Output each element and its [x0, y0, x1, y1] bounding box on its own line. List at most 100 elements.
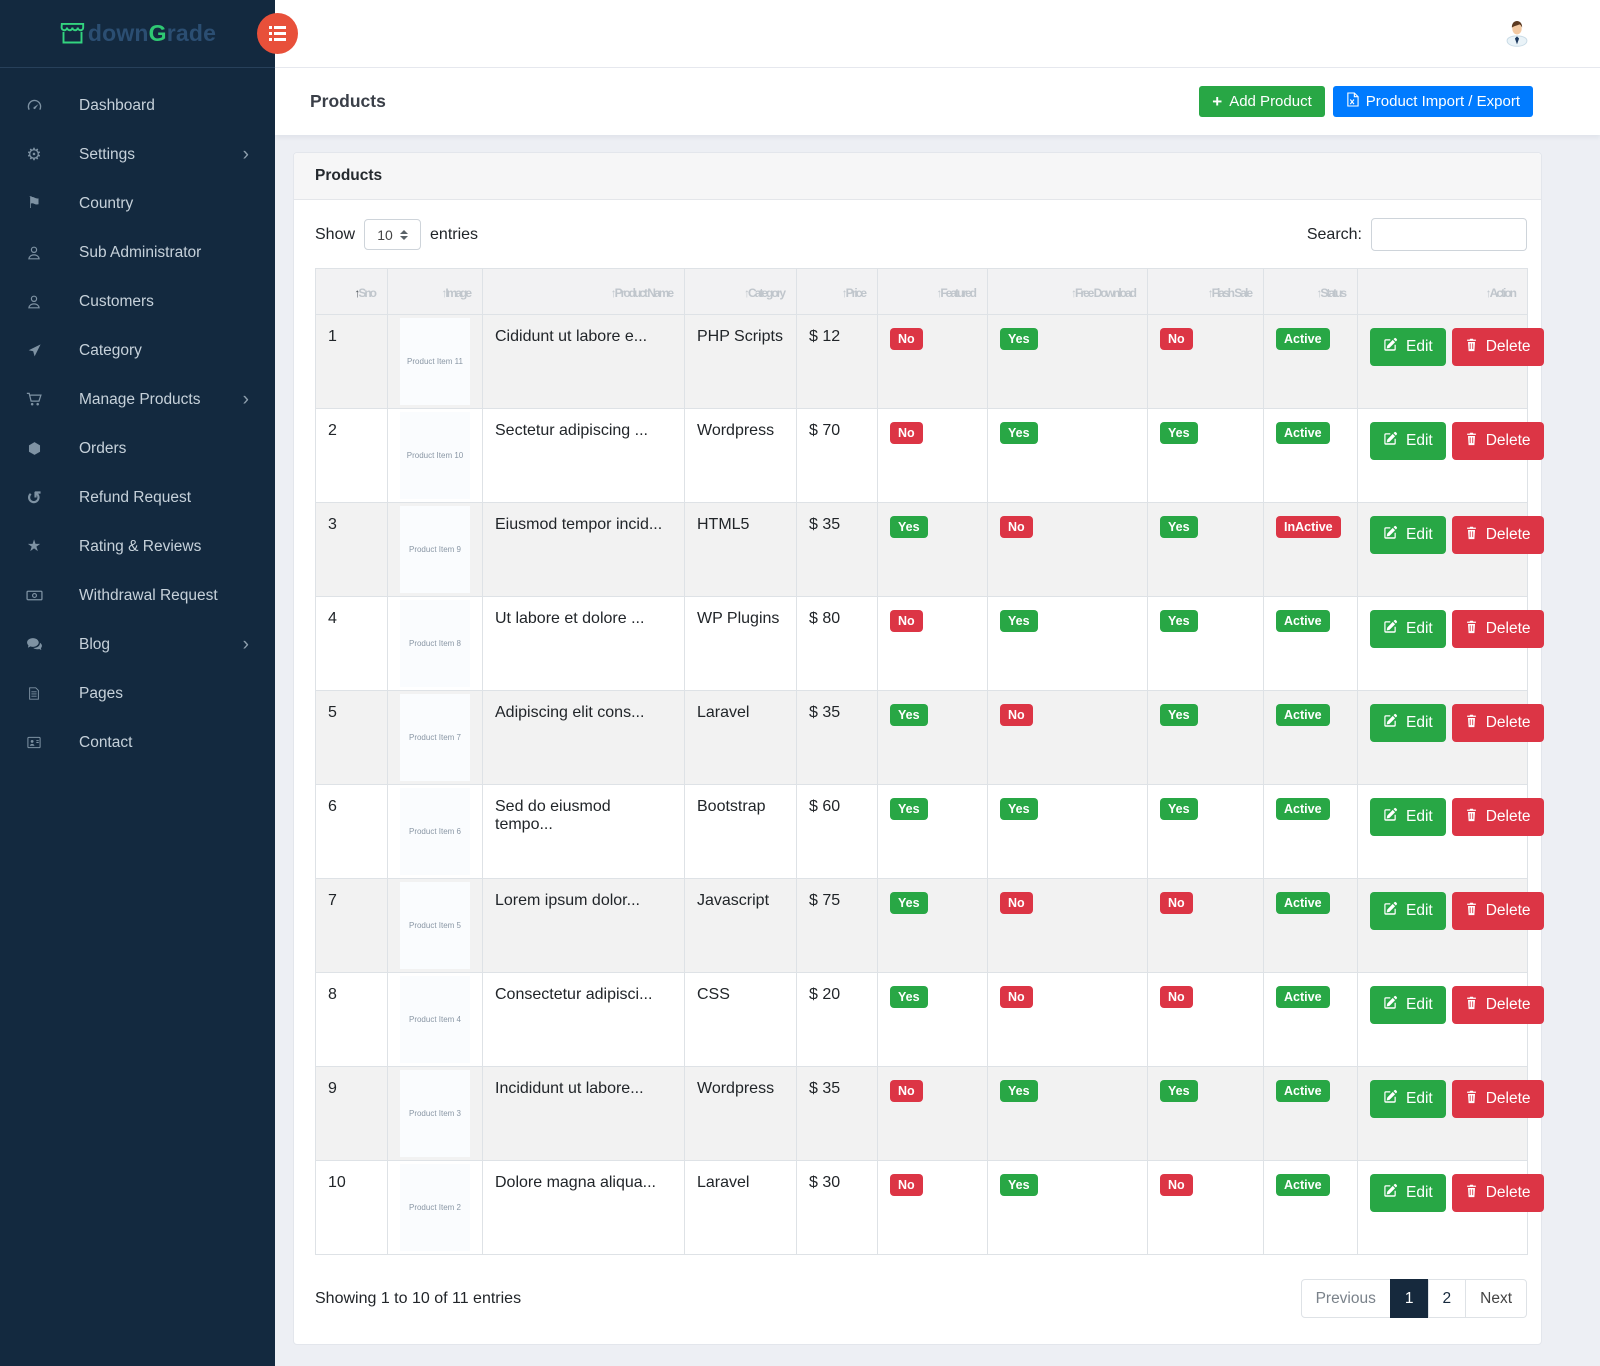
cell-image: Product Item 3: [388, 1067, 483, 1161]
column-header-featured[interactable]: ↑Featured: [878, 269, 988, 315]
column-header-free-download[interactable]: ↑Free Download: [988, 269, 1148, 315]
cell-featured: No: [878, 1161, 988, 1255]
page-length-select[interactable]: 10: [364, 219, 421, 250]
sidebar-item-dashboard[interactable]: Dashboard: [0, 81, 275, 130]
delete-button[interactable]: Delete: [1452, 892, 1544, 930]
sidebar-item-settings[interactable]: ⚙ Settings ›: [0, 130, 275, 179]
add-product-button[interactable]: + Add Product: [1199, 86, 1325, 117]
cell-featured: No: [878, 1067, 988, 1161]
edit-button[interactable]: Edit: [1370, 986, 1446, 1024]
featured-badge: Yes: [890, 704, 928, 726]
column-header-price[interactable]: ↑Price: [797, 269, 878, 315]
pagination-page-2[interactable]: 2: [1428, 1279, 1467, 1318]
chevron-right-icon: ›: [243, 145, 249, 164]
delete-button[interactable]: Delete: [1452, 422, 1544, 460]
cell-status: Active: [1264, 1161, 1358, 1255]
chevron-right-icon: ›: [243, 390, 249, 409]
edit-button[interactable]: Edit: [1370, 704, 1446, 742]
column-header-action[interactable]: ↑Action: [1358, 269, 1528, 315]
edit-button[interactable]: Edit: [1370, 610, 1446, 648]
delete-button[interactable]: Delete: [1452, 704, 1544, 742]
delete-button[interactable]: Delete: [1452, 610, 1544, 648]
delete-button[interactable]: Delete: [1452, 1174, 1544, 1212]
sidebar-item-country[interactable]: ⚑ Country: [0, 179, 275, 228]
cell-price: $ 35: [797, 503, 878, 597]
menu-icon: [269, 26, 286, 41]
app-logo: downGrade: [0, 0, 275, 68]
table-row: 5 Product Item 7 Adipiscing elit cons...…: [316, 691, 1528, 785]
column-header-image[interactable]: ↑Image: [388, 269, 483, 315]
table-header-row: ↑Sno↑Image↑Product Name↑Category↑Price↑F…: [316, 269, 1528, 315]
pagination-page-1[interactable]: 1: [1390, 1279, 1429, 1318]
sidebar-item-blog[interactable]: Blog ›: [0, 620, 275, 669]
column-header-flash-sale[interactable]: ↑Flash Sale: [1148, 269, 1264, 315]
cart-icon: [24, 391, 44, 408]
product-import-export-button[interactable]: Product Import / Export: [1333, 86, 1533, 117]
sidebar-item-refund-request[interactable]: ↺ Refund Request: [0, 473, 275, 522]
sidebar-item-category[interactable]: Category: [0, 326, 275, 375]
plus-icon: +: [1212, 93, 1222, 110]
free-download-badge: Yes: [1000, 1174, 1038, 1196]
table-row: 10 Product Item 2 Dolore magna aliqua...…: [316, 1161, 1528, 1255]
featured-badge: No: [890, 1174, 923, 1196]
status-badge: Active: [1276, 1174, 1330, 1196]
search-input[interactable]: [1371, 218, 1527, 251]
pencil-square-icon: [1383, 1089, 1398, 1109]
cell-status: Active: [1264, 973, 1358, 1067]
delete-button[interactable]: Delete: [1452, 328, 1544, 366]
cell-featured: No: [878, 409, 988, 503]
cell-sno: 2: [316, 409, 388, 503]
delete-button[interactable]: Delete: [1452, 986, 1544, 1024]
cell-status: Active: [1264, 691, 1358, 785]
delete-button[interactable]: Delete: [1452, 1080, 1544, 1118]
column-header-status[interactable]: ↑Status: [1264, 269, 1358, 315]
sidebar-item-pages[interactable]: Pages: [0, 669, 275, 718]
user-avatar[interactable]: [1500, 17, 1534, 51]
featured-badge: No: [890, 1080, 923, 1102]
table-row: 7 Product Item 5 Lorem ipsum dolor... Ja…: [316, 879, 1528, 973]
sidebar-item-customers[interactable]: Customers: [0, 277, 275, 326]
edit-button[interactable]: Edit: [1370, 798, 1446, 836]
cell-price: $ 80: [797, 597, 878, 691]
table-row: 9 Product Item 3 Incididunt ut labore...…: [316, 1067, 1528, 1161]
pencil-square-icon: [1383, 713, 1398, 733]
cell-image: Product Item 8: [388, 597, 483, 691]
page-title: Products: [310, 91, 386, 112]
edit-button[interactable]: Edit: [1370, 892, 1446, 930]
pagination-previous[interactable]: Previous: [1301, 1279, 1391, 1318]
sidebar-item-sub-administrator[interactable]: Sub Administrator: [0, 228, 275, 277]
sidebar-item-contact[interactable]: Contact: [0, 718, 275, 767]
edit-button[interactable]: Edit: [1370, 516, 1446, 554]
column-header-product-name[interactable]: ↑Product Name: [483, 269, 685, 315]
free-download-badge: Yes: [1000, 798, 1038, 820]
edit-button[interactable]: Edit: [1370, 1080, 1446, 1118]
edit-button[interactable]: Edit: [1370, 1174, 1446, 1212]
cell-price: $ 70: [797, 409, 878, 503]
product-image-placeholder: Product Item 3: [400, 1070, 470, 1157]
free-download-badge: No: [1000, 986, 1033, 1008]
column-header-sno[interactable]: ↑Sno: [316, 269, 388, 315]
status-badge: InActive: [1276, 516, 1341, 538]
delete-button[interactable]: Delete: [1452, 798, 1544, 836]
column-header-category[interactable]: ↑Category: [685, 269, 797, 315]
trash-icon: [1465, 338, 1478, 357]
sidebar-toggle-button[interactable]: [257, 13, 298, 54]
delete-button[interactable]: Delete: [1452, 516, 1544, 554]
edit-button[interactable]: Edit: [1370, 328, 1446, 366]
sidebar-item-manage-products[interactable]: Manage Products ›: [0, 375, 275, 424]
sidebar-item-rating-reviews[interactable]: ★ Rating & Reviews: [0, 522, 275, 571]
flash-sale-badge: Yes: [1160, 516, 1198, 538]
free-download-badge: Yes: [1000, 422, 1038, 444]
cell-product-name: Eiusmod tempor incid...: [483, 503, 685, 597]
status-badge: Active: [1276, 610, 1330, 632]
trash-icon: [1465, 432, 1478, 451]
pagination-next[interactable]: Next: [1465, 1279, 1527, 1318]
featured-badge: No: [890, 328, 923, 350]
cell-image: Product Item 5: [388, 879, 483, 973]
cell-sno: 6: [316, 785, 388, 879]
sort-icons: ↑Product Name: [611, 286, 672, 300]
edit-button[interactable]: Edit: [1370, 422, 1446, 460]
sidebar-item-withdrawal-request[interactable]: Withdrawal Request: [0, 571, 275, 620]
sidebar-item-orders[interactable]: Orders: [0, 424, 275, 473]
storefront-icon: [59, 21, 86, 46]
